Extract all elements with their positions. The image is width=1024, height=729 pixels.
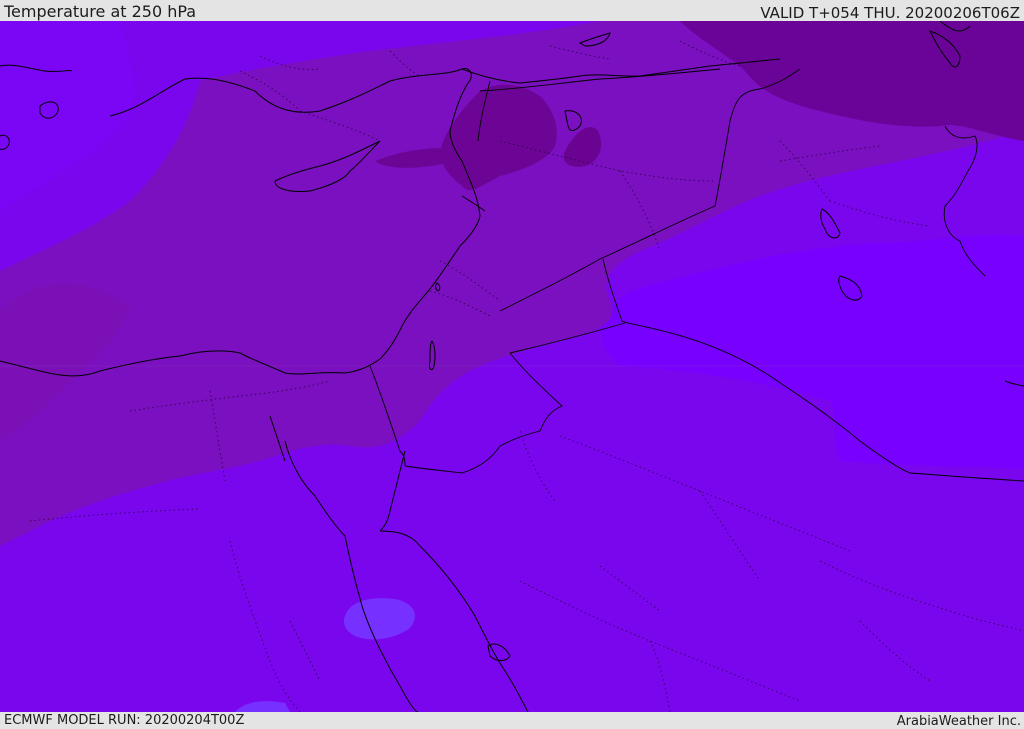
valid-time-label: VALID T+054 THU. 20200206T06Z xyxy=(760,4,1020,22)
header-bar: Temperature at 250 hPa VALID T+054 THU. … xyxy=(0,0,1024,22)
map-title: Temperature at 250 hPa xyxy=(4,2,197,21)
model-run-label: ECMWF MODEL RUN: 20200204T00Z xyxy=(4,713,245,728)
footer-bar: ECMWF MODEL RUN: 20200204T00Z ArabiaWeat… xyxy=(0,712,1024,729)
forecast-map-page: Temperature at 250 hPa VALID T+054 THU. … xyxy=(0,0,1024,729)
temperature-map xyxy=(0,21,1024,712)
map-canvas xyxy=(0,21,1024,712)
provider-label: ArabiaWeather Inc. xyxy=(896,714,1021,729)
